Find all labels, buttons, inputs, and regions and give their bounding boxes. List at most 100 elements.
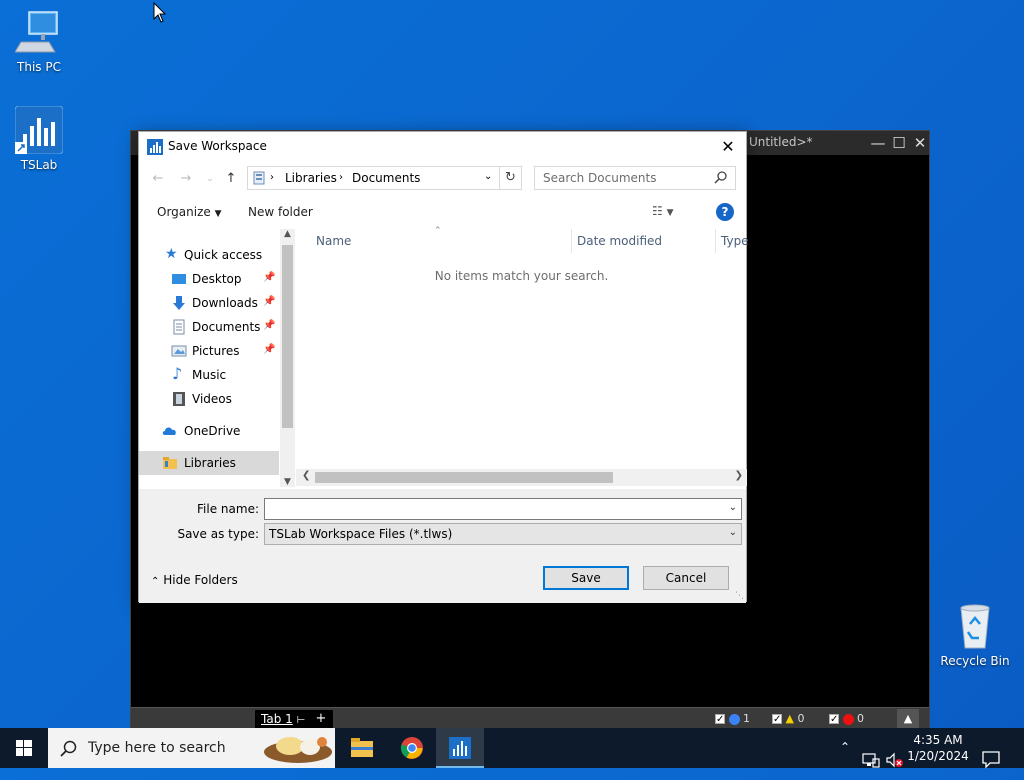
nav-label: Downloads [192,296,258,310]
horizontal-scrollbar[interactable]: ❮ ❯ [296,469,747,486]
nav-scrollbar[interactable]: ▲ ▼ [280,229,295,487]
nav-pictures[interactable]: Pictures 📌 [139,339,279,363]
nav-downloads[interactable]: Downloads 📌 [139,291,279,315]
save-workspace-dialog[interactable]: Save Workspace ✕ ← → ⌄ ↑ › Libraries › D… [138,131,749,603]
taskbar-search-box[interactable]: Type here to search [48,728,335,768]
desktop-folder-icon [172,274,186,284]
breadcrumb-libraries[interactable]: Libraries [285,171,337,185]
column-header-date-modified[interactable]: Date modified [572,229,715,253]
chevron-down-icon[interactable]: ⌄ [729,527,737,538]
error-count: 0 [857,712,864,725]
chevron-down-icon[interactable]: ⌄ [729,502,737,513]
music-note-icon: ♪ [172,364,183,383]
taskbar-file-explorer[interactable] [338,728,386,768]
minimize-icon[interactable]: — [868,133,888,153]
desktop-icon-recycle-bin[interactable]: Recycle Bin [937,602,1013,668]
nav-desktop[interactable]: Desktop 📌 [139,267,279,291]
nav-documents[interactable]: Documents 📌 [139,315,279,339]
back-arrow-icon[interactable]: ← [149,170,167,188]
scroll-left-icon[interactable]: ❮ [302,470,310,481]
pin-icon[interactable]: 📌 [263,344,275,355]
breadcrumb-documents[interactable]: Documents [352,171,420,185]
new-folder-button[interactable]: New folder [248,205,313,219]
pictures-icon [171,345,187,357]
search-box[interactable] [534,166,736,190]
pin-icon[interactable]: 📌 [263,272,275,283]
view-list-icon: ☷ [652,204,663,218]
start-button[interactable] [0,728,48,768]
warning-icon: ▲ [785,712,794,725]
file-name-field[interactable]: ⌄ [264,498,742,520]
info-indicator[interactable]: 1 [715,710,750,729]
tab-1[interactable]: Tab 1 ⊢ [255,710,312,728]
pin-icon[interactable]: 📌 [263,296,275,307]
desktop-icon-tslab[interactable]: TSLab [1,105,77,172]
tslab-app-icon [14,105,64,155]
column-header-name[interactable]: Name ⌃ [296,226,571,253]
resize-grip-icon[interactable]: ⋱ [735,591,744,601]
nav-music[interactable]: ♪ Music [139,363,279,387]
desktop-icon-label: Recycle Bin [940,654,1010,668]
checkbox-icon [715,711,725,729]
up-arrow-icon[interactable]: ↑ [222,170,240,188]
desktop-icon-this-pc[interactable]: This PC [1,8,77,74]
recycle-bin-icon [951,602,999,650]
view-options-button[interactable]: ☷ ▼ [652,204,674,218]
hide-folders-button[interactable]: ⌃ Hide Folders [151,573,238,587]
pin-icon[interactable]: 📌 [263,320,275,331]
search-input[interactable] [535,167,711,189]
column-label: Type [721,234,749,248]
nav-label: Pictures [192,344,240,358]
nav-onedrive[interactable]: OneDrive [139,419,279,443]
column-header-type[interactable]: Type [716,229,749,253]
forward-arrow-icon[interactable]: → [177,170,195,188]
chevron-up-icon[interactable]: ▲ [897,709,919,729]
file-list-pane[interactable]: Name ⌃ Date modified Type No items match… [296,226,749,487]
network-icon[interactable] [862,740,880,780]
cancel-button[interactable]: Cancel [643,566,729,590]
save-as-type-select[interactable]: TSLab Workspace Files (*.tlws) ⌄ [264,523,742,545]
save-button[interactable]: Save [543,566,629,590]
search-icon [714,171,727,184]
chevron-down-icon[interactable]: ⌄ [201,170,219,188]
file-name-input[interactable] [265,499,720,519]
taskbar-tslab[interactable] [436,728,484,768]
notifications-icon[interactable] [982,739,1000,779]
pin-icon: ⊢ [296,715,306,726]
breadcrumb-chevron-icon: › [270,172,274,183]
nav-libraries[interactable]: Libraries [139,451,279,475]
close-icon[interactable]: ✕ [716,135,740,159]
scrollbar-thumb[interactable] [282,245,293,428]
empty-message: No items match your search. [434,269,609,283]
nav-label: OneDrive [184,424,241,438]
nav-videos[interactable]: Videos [139,387,279,411]
scroll-right-icon[interactable]: ❯ [735,470,743,481]
scrollbar-thumb[interactable] [315,472,613,483]
add-tab-button[interactable]: + [309,710,333,728]
tab-label: Tab 1 [261,712,293,726]
show-hidden-icons-chevron-up-icon[interactable]: ⌃ [840,740,850,780]
system-clock[interactable]: 4:35 AM 1/20/2024 [902,732,974,764]
nav-label: Desktop [192,272,242,286]
dialog-title-bar[interactable]: Save Workspace ✕ [139,132,746,162]
organize-button[interactable]: Organize ▼ [157,205,222,219]
scroll-down-icon[interactable]: ▼ [280,477,295,487]
windows-logo-icon [16,740,32,756]
tslab-title-text: Untitled>* [749,135,813,149]
organize-label: Organize [157,205,211,219]
search-highlight-image-icon [264,737,332,763]
maximize-icon[interactable]: ☐ [889,133,909,153]
address-bar[interactable]: › Libraries › Documents ⌄ [247,166,500,190]
chevron-down-icon[interactable]: ⌄ [484,171,492,182]
computer-icon [14,8,63,56]
help-icon[interactable]: ? [716,203,734,221]
nav-quick-access[interactable]: ★ Quick access [139,243,279,267]
desktop-icon-label: TSLab [20,158,58,172]
refresh-icon[interactable]: ↻ [500,166,522,190]
tslab-status-bar: Tab 1 ⊢ + 1 ▲ 0 0 ▲ [131,707,929,729]
warning-indicator[interactable]: ▲ 0 [772,710,804,729]
taskbar-chrome[interactable] [388,728,436,768]
scroll-up-icon[interactable]: ▲ [280,229,295,239]
error-indicator[interactable]: 0 [829,710,864,729]
close-icon[interactable]: ✕ [910,133,930,153]
